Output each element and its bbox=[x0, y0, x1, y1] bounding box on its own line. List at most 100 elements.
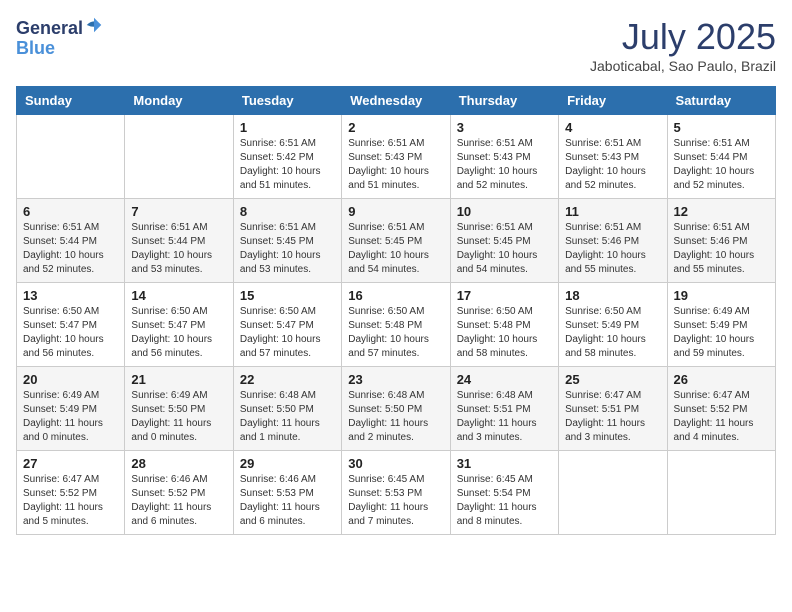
calendar-cell: 6 Sunrise: 6:51 AM Sunset: 5:44 PM Daylig… bbox=[17, 199, 125, 283]
cell-content: Sunrise: 6:50 AM Sunset: 5:48 PM Dayligh… bbox=[348, 305, 443, 361]
day-number: 31 bbox=[457, 456, 552, 471]
calendar-cell bbox=[667, 451, 775, 535]
cell-content: Sunrise: 6:50 AM Sunset: 5:48 PM Dayligh… bbox=[457, 305, 552, 361]
cell-content: Sunrise: 6:51 AM Sunset: 5:46 PM Dayligh… bbox=[565, 221, 660, 277]
day-number: 16 bbox=[348, 288, 443, 303]
calendar-cell: 10 Sunrise: 6:51 AM Sunset: 5:45 PM Dayli… bbox=[450, 199, 558, 283]
column-header-sunday: Sunday bbox=[17, 87, 125, 115]
cell-content: Sunrise: 6:46 AM Sunset: 5:52 PM Dayligh… bbox=[131, 473, 226, 529]
calendar-cell: 31 Sunrise: 6:45 AM Sunset: 5:54 PM Dayli… bbox=[450, 451, 558, 535]
day-number: 18 bbox=[565, 288, 660, 303]
calendar-cell: 16 Sunrise: 6:50 AM Sunset: 5:48 PM Dayli… bbox=[342, 283, 450, 367]
cell-content: Sunrise: 6:51 AM Sunset: 5:42 PM Dayligh… bbox=[240, 137, 335, 193]
day-number: 20 bbox=[23, 372, 118, 387]
calendar-cell bbox=[125, 115, 233, 199]
calendar-cell bbox=[17, 115, 125, 199]
calendar-cell: 14 Sunrise: 6:50 AM Sunset: 5:47 PM Dayli… bbox=[125, 283, 233, 367]
calendar-cell: 19Sunrise: 6:49 AM Sunset: 5:49 PM Dayli… bbox=[667, 283, 775, 367]
calendar-cell: 12 Sunrise: 6:51 AM Sunset: 5:46 PM Dayli… bbox=[667, 199, 775, 283]
cell-content: Sunrise: 6:47 AM Sunset: 5:52 PM Dayligh… bbox=[23, 473, 118, 529]
calendar-cell: 8 Sunrise: 6:51 AM Sunset: 5:45 PM Daylig… bbox=[233, 199, 341, 283]
cell-content: Sunrise: 6:50 AM Sunset: 5:47 PM Dayligh… bbox=[240, 305, 335, 361]
column-header-thursday: Thursday bbox=[450, 87, 558, 115]
calendar-cell: 23 Sunrise: 6:48 AM Sunset: 5:50 PM Dayli… bbox=[342, 367, 450, 451]
calendar-cell: 9 Sunrise: 6:51 AM Sunset: 5:45 PM Daylig… bbox=[342, 199, 450, 283]
logo-blue: Blue bbox=[16, 38, 55, 58]
calendar-cell: 21Sunrise: 6:49 AM Sunset: 5:50 PM Dayli… bbox=[125, 367, 233, 451]
cell-content: Sunrise: 6:51 AM Sunset: 5:44 PM Dayligh… bbox=[131, 221, 226, 277]
calendar-cell: 29 Sunrise: 6:46 AM Sunset: 5:53 PM Dayli… bbox=[233, 451, 341, 535]
day-number: 23 bbox=[348, 372, 443, 387]
cell-content: Sunrise: 6:51 AM Sunset: 5:43 PM Dayligh… bbox=[565, 137, 660, 193]
day-number: 25 bbox=[565, 372, 660, 387]
logo-icon bbox=[85, 16, 103, 34]
column-header-monday: Monday bbox=[125, 87, 233, 115]
cell-content: Sunrise: 6:50 AM Sunset: 5:47 PM Dayligh… bbox=[131, 305, 226, 361]
logo: General Blue bbox=[16, 16, 103, 59]
cell-content: Sunrise: 6:45 AM Sunset: 5:53 PM Dayligh… bbox=[348, 473, 443, 529]
cell-content: Sunrise: 6:48 AM Sunset: 5:50 PM Dayligh… bbox=[240, 389, 335, 445]
calendar-cell: 27 Sunrise: 6:47 AM Sunset: 5:52 PM Dayli… bbox=[17, 451, 125, 535]
column-header-friday: Friday bbox=[559, 87, 667, 115]
cell-content: Sunrise: 6:45 AM Sunset: 5:54 PM Dayligh… bbox=[457, 473, 552, 529]
day-number: 12 bbox=[674, 204, 769, 219]
cell-content: Sunrise: 6:50 AM Sunset: 5:49 PM Dayligh… bbox=[565, 305, 660, 361]
month-title: July 2025 bbox=[590, 16, 776, 58]
calendar-week-row: 6 Sunrise: 6:51 AM Sunset: 5:44 PM Daylig… bbox=[17, 199, 776, 283]
cell-content: Sunrise: 6:48 AM Sunset: 5:50 PM Dayligh… bbox=[348, 389, 443, 445]
day-number: 19 bbox=[674, 288, 769, 303]
page-header: General Blue July 2025 Jaboticabal, Sao … bbox=[16, 16, 776, 74]
cell-content: Sunrise: 6:49 AM Sunset: 5:50 PM Dayligh… bbox=[131, 389, 226, 445]
day-number: 17 bbox=[457, 288, 552, 303]
calendar-cell: 18 Sunrise: 6:50 AM Sunset: 5:49 PM Dayli… bbox=[559, 283, 667, 367]
calendar-cell: 25 Sunrise: 6:47 AM Sunset: 5:51 PM Dayli… bbox=[559, 367, 667, 451]
calendar-cell: 17 Sunrise: 6:50 AM Sunset: 5:48 PM Dayli… bbox=[450, 283, 558, 367]
calendar-cell: 15 Sunrise: 6:50 AM Sunset: 5:47 PM Dayli… bbox=[233, 283, 341, 367]
cell-content: Sunrise: 6:51 AM Sunset: 5:45 PM Dayligh… bbox=[348, 221, 443, 277]
calendar-cell: 5 Sunrise: 6:51 AM Sunset: 5:44 PM Daylig… bbox=[667, 115, 775, 199]
day-number: 28 bbox=[131, 456, 226, 471]
day-number: 22 bbox=[240, 372, 335, 387]
calendar-week-row: 27 Sunrise: 6:47 AM Sunset: 5:52 PM Dayli… bbox=[17, 451, 776, 535]
day-number: 3 bbox=[457, 120, 552, 135]
cell-content: Sunrise: 6:51 AM Sunset: 5:46 PM Dayligh… bbox=[674, 221, 769, 277]
cell-content: Sunrise: 6:51 AM Sunset: 5:45 PM Dayligh… bbox=[457, 221, 552, 277]
calendar-cell bbox=[559, 451, 667, 535]
day-number: 30 bbox=[348, 456, 443, 471]
calendar-cell: 7 Sunrise: 6:51 AM Sunset: 5:44 PM Daylig… bbox=[125, 199, 233, 283]
day-number: 27 bbox=[23, 456, 118, 471]
cell-content: Sunrise: 6:51 AM Sunset: 5:45 PM Dayligh… bbox=[240, 221, 335, 277]
cell-content: Sunrise: 6:49 AM Sunset: 5:49 PM Dayligh… bbox=[23, 389, 118, 445]
day-number: 9 bbox=[348, 204, 443, 219]
day-number: 8 bbox=[240, 204, 335, 219]
day-number: 29 bbox=[240, 456, 335, 471]
cell-content: Sunrise: 6:50 AM Sunset: 5:47 PM Dayligh… bbox=[23, 305, 118, 361]
cell-content: Sunrise: 6:47 AM Sunset: 5:51 PM Dayligh… bbox=[565, 389, 660, 445]
calendar-cell: 2Sunrise: 6:51 AM Sunset: 5:43 PM Daylig… bbox=[342, 115, 450, 199]
column-header-tuesday: Tuesday bbox=[233, 87, 341, 115]
cell-content: Sunrise: 6:51 AM Sunset: 5:44 PM Dayligh… bbox=[23, 221, 118, 277]
day-number: 10 bbox=[457, 204, 552, 219]
day-number: 14 bbox=[131, 288, 226, 303]
column-header-wednesday: Wednesday bbox=[342, 87, 450, 115]
day-number: 2 bbox=[348, 120, 443, 135]
calendar-cell: 22 Sunrise: 6:48 AM Sunset: 5:50 PM Dayli… bbox=[233, 367, 341, 451]
day-number: 26 bbox=[674, 372, 769, 387]
calendar-week-row: 20 Sunrise: 6:49 AM Sunset: 5:49 PM Dayli… bbox=[17, 367, 776, 451]
day-number: 5 bbox=[674, 120, 769, 135]
cell-content: Sunrise: 6:51 AM Sunset: 5:43 PM Dayligh… bbox=[457, 137, 552, 193]
column-header-saturday: Saturday bbox=[667, 87, 775, 115]
cell-content: Sunrise: 6:46 AM Sunset: 5:53 PM Dayligh… bbox=[240, 473, 335, 529]
day-number: 7 bbox=[131, 204, 226, 219]
day-number: 13 bbox=[23, 288, 118, 303]
day-number: 24 bbox=[457, 372, 552, 387]
calendar-cell: 30 Sunrise: 6:45 AM Sunset: 5:53 PM Dayli… bbox=[342, 451, 450, 535]
calendar-header-row: SundayMondayTuesdayWednesdayThursdayFrid… bbox=[17, 87, 776, 115]
calendar-cell: 20 Sunrise: 6:49 AM Sunset: 5:49 PM Dayli… bbox=[17, 367, 125, 451]
cell-content: Sunrise: 6:51 AM Sunset: 5:44 PM Dayligh… bbox=[674, 137, 769, 193]
day-number: 15 bbox=[240, 288, 335, 303]
day-number: 6 bbox=[23, 204, 118, 219]
calendar-cell: 13 Sunrise: 6:50 AM Sunset: 5:47 PM Dayli… bbox=[17, 283, 125, 367]
location-subtitle: Jaboticabal, Sao Paulo, Brazil bbox=[590, 58, 776, 74]
logo-text: General Blue bbox=[16, 16, 103, 59]
